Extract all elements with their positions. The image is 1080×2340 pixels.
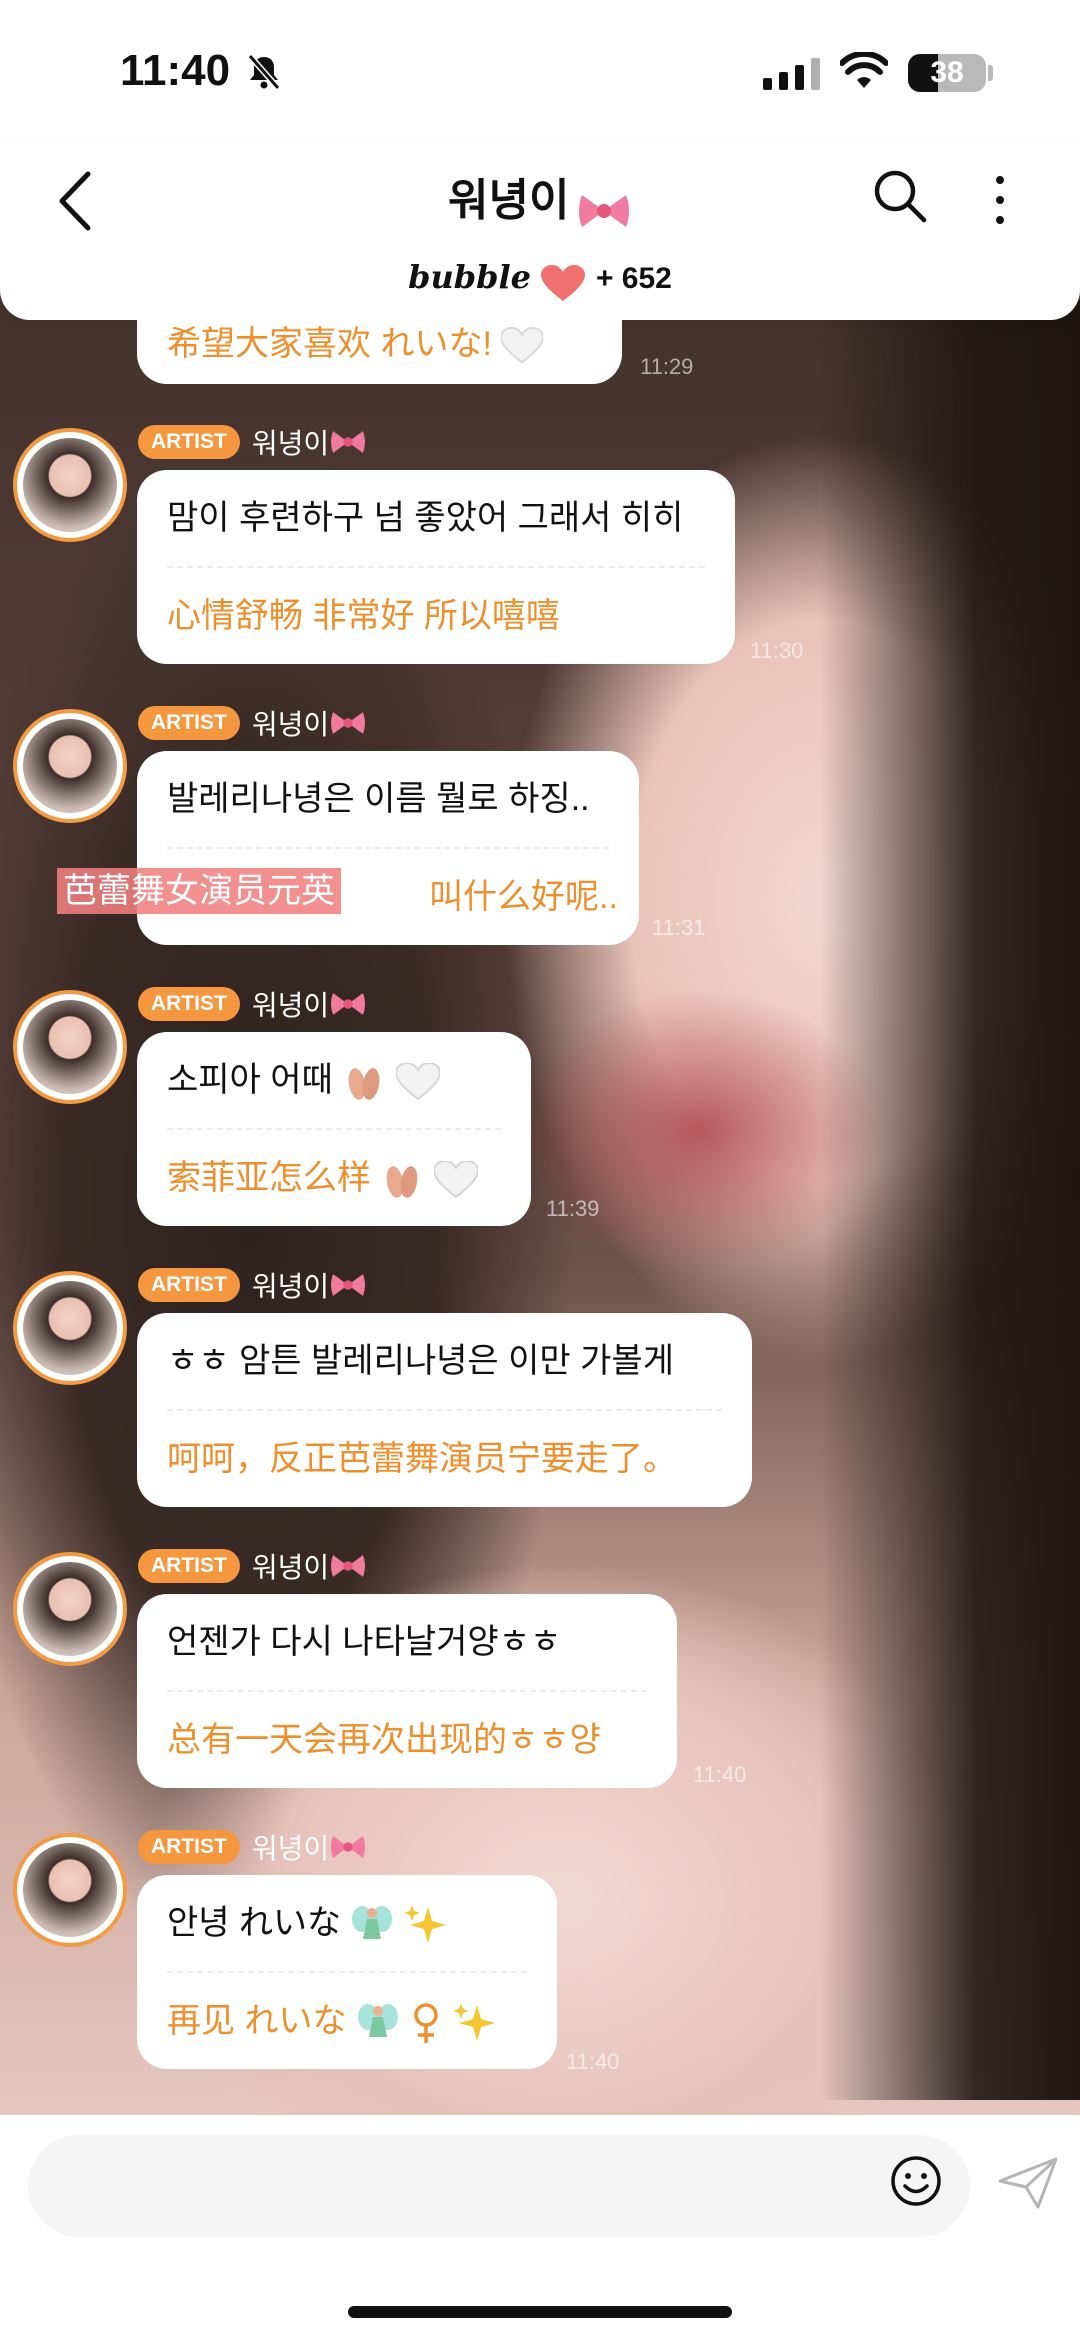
ribbon-bow-icon: [331, 1274, 366, 1296]
fairy-icon: [352, 1906, 393, 1940]
message-time: 11:40: [566, 2049, 620, 2074]
sparkles-icon: [452, 2003, 495, 2042]
battery-level: 38: [930, 56, 964, 89]
battery-indicator: 38: [908, 54, 986, 92]
status-time: 11:40: [120, 46, 231, 95]
search-icon[interactable]: [870, 166, 930, 226]
send-icon[interactable]: [998, 2157, 1058, 2209]
bubble-heart-icon: [541, 264, 586, 301]
message-text: 발레리나녕은 이름 뭘로 하징..: [167, 780, 590, 818]
message-text: ㅎㅎ 암튼 발레리나녕은 이만 가볼게: [167, 1342, 674, 1380]
ribbon-bow-icon: [331, 431, 366, 453]
message-text-row: 안녕 れいな: [137, 1875, 557, 1971]
message-text: 맘이 후련하구 넘 좋았어 그래서 히히: [167, 499, 684, 537]
emoji-icon[interactable]: [890, 2155, 942, 2207]
home-indicator: [348, 2306, 732, 2318]
sender-name: 워녕이: [251, 1552, 330, 1583]
message-text: 언젠가 다시 나타날거양ㅎㅎ: [167, 1623, 562, 1661]
ribbon-bow-icon: [578, 194, 629, 227]
artist-badge: ARTIST: [138, 706, 240, 740]
message-card[interactable]: ㅎㅎ 암튼 발레리나녕은 이만 가볼게 呵呵，反正芭蕾舞演员宁要走了。: [137, 1313, 752, 1507]
message-card[interactable]: 안녕 れいな 再见 れいな: [137, 1875, 557, 2069]
message-translation: 索菲亚怎么样: [167, 1159, 371, 1197]
cellular-signal-icon: [763, 58, 820, 90]
avatar[interactable]: [13, 1552, 127, 1666]
white-heart-icon: [395, 1063, 440, 1101]
message-translation: 心情舒畅 非常好 所以嘻嘻: [167, 597, 560, 635]
wifi-icon: [840, 52, 888, 88]
message-card[interactable]: 소피아 어때 索菲亚怎么样: [137, 1032, 531, 1226]
artist-badge: ARTIST: [138, 1268, 240, 1302]
message-time: 11:40: [693, 1762, 747, 1787]
message-text-row: 소피아 어때: [137, 1032, 531, 1128]
message-translation-row: 再见 れいな: [137, 1973, 557, 2069]
sparkles-icon: [403, 1905, 446, 1944]
ribbon-bow-icon: [331, 1555, 366, 1577]
message-translation-row: 索菲亚怎么样: [137, 1130, 531, 1226]
avatar[interactable]: [13, 990, 127, 1104]
message-time: 11:31: [652, 915, 706, 940]
message-card-partial: 希望大家喜欢 れいな!: [137, 320, 622, 384]
ribbon-bow-icon: [331, 712, 366, 734]
bell-off-icon: [247, 54, 281, 90]
bubble-count: + 652: [595, 262, 672, 295]
message-input[interactable]: [28, 2135, 970, 2237]
message-time: 11:29: [640, 354, 694, 379]
message-card[interactable]: 언젠가 다시 나타날거양ㅎㅎ 总有一天会再次出现的ㅎㅎ양: [137, 1594, 677, 1788]
message-time: 11:39: [546, 1196, 600, 1221]
avatar[interactable]: [13, 428, 127, 542]
status-bar: 11:40 38: [0, 0, 1080, 140]
background-hair-shadow: [820, 300, 1080, 2100]
artist-badge: ARTIST: [138, 987, 240, 1021]
overlay-caption: 芭蕾舞女演员元英: [57, 868, 341, 914]
message-translation: 再见 れいな: [167, 2002, 347, 2040]
ballet-shoes-icon: [387, 1166, 418, 1198]
white-heart-icon: [501, 327, 544, 364]
chat-header: 워녕이 bubble + 652: [0, 140, 1080, 320]
female-sign-icon: [414, 2003, 439, 2044]
ribbon-bow-icon: [331, 1836, 366, 1858]
sender-name: 워녕이: [251, 1833, 330, 1864]
artist-badge: ARTIST: [138, 1549, 240, 1583]
sender-name: 워녕이: [251, 1271, 330, 1302]
avatar[interactable]: [13, 1271, 127, 1385]
bubble-logo: bubble: [408, 258, 532, 296]
message-time: 11:30: [750, 638, 804, 663]
message-translation: 总有一天会再次出现的ㅎㅎ양: [167, 1721, 601, 1759]
message-card[interactable]: 맘이 후련하구 넘 좋았어 그래서 히히 心情舒畅 非常好 所以嘻嘻: [137, 470, 735, 664]
fairy-icon: [357, 2004, 398, 2038]
message-card[interactable]: 발레리나녕은 이름 뭘로 하징.. 叫什么好呢..: [137, 751, 639, 945]
message-text: 소피아 어때: [167, 1061, 333, 1099]
message-translation: 希望大家喜欢 れいな!: [167, 316, 544, 365]
avatar[interactable]: [13, 709, 127, 823]
artist-badge: ARTIST: [138, 1830, 240, 1864]
white-heart-icon: [433, 1161, 478, 1199]
avatar[interactable]: [13, 1833, 127, 1947]
sender-name: 워녕이: [251, 428, 330, 459]
more-options-icon[interactable]: [990, 170, 1010, 230]
message-text: 안녕 れいな: [167, 1904, 342, 1942]
message-translation: 呵呵，反正芭蕾舞演员宁要走了。: [167, 1440, 677, 1478]
artist-badge: ARTIST: [138, 425, 240, 459]
bubble-count-row[interactable]: bubble + 652: [0, 258, 1080, 303]
sender-name: 워녕이: [251, 709, 330, 740]
ribbon-bow-icon: [331, 993, 366, 1015]
sender-name: 워녕이: [251, 990, 330, 1021]
chat-title: 워녕이: [448, 176, 570, 225]
ballet-shoes-icon: [348, 1068, 380, 1100]
